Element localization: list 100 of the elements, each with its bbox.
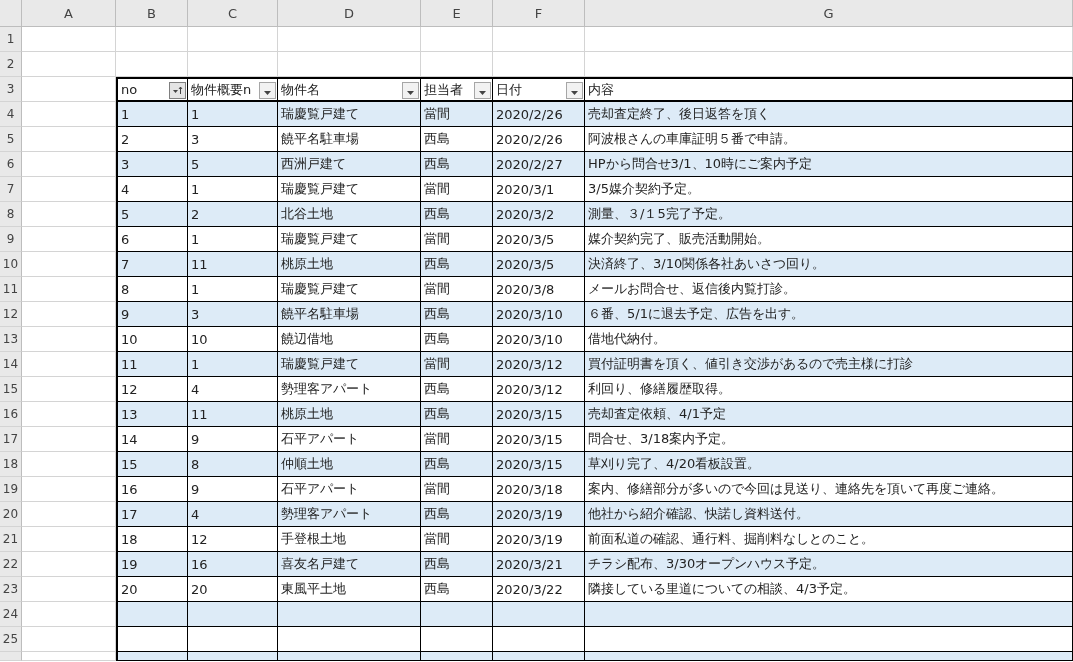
sheet-cell[interactable] [278, 27, 421, 52]
table-cell: 當間 [424, 530, 450, 548]
table-cell: 勢理客アパート [281, 380, 372, 398]
table-cell: 1 [191, 181, 200, 197]
row-number[interactable]: 15 [0, 377, 22, 402]
row-number[interactable]: 3 [0, 77, 22, 102]
row-number[interactable]: 7 [0, 177, 22, 202]
sheet-cell[interactable] [22, 327, 116, 352]
sheet-cell[interactable] [22, 627, 116, 652]
table-cell: 西島 [424, 130, 450, 148]
row-number[interactable]: 21 [0, 527, 22, 552]
table-cell: 9 [191, 481, 200, 497]
table-cell: 2020/3/10 [496, 306, 563, 322]
table-cell: 6 [121, 231, 130, 247]
table-cell: 東風平土地 [281, 580, 346, 598]
table-cell: 決済終了、3/10関係各社あいさつ回り。 [588, 255, 826, 273]
row-number[interactable]: 24 [0, 602, 22, 627]
table-cell: 1 [191, 281, 200, 297]
sheet-cell[interactable] [22, 477, 116, 502]
row-number[interactable]: 23 [0, 577, 22, 602]
sheet-cell[interactable] [22, 127, 116, 152]
sheet-cell[interactable] [22, 527, 116, 552]
table-cell: 當間 [424, 180, 450, 198]
table-cell: 1 [191, 231, 200, 247]
sheet-cell[interactable] [22, 277, 116, 302]
row-number[interactable]: 9 [0, 227, 22, 252]
row-number[interactable]: 2 [0, 52, 22, 77]
row-number[interactable]: 4 [0, 102, 22, 127]
row-number[interactable]: 16 [0, 402, 22, 427]
sheet-cell[interactable] [22, 577, 116, 602]
row-number[interactable]: 1 [0, 27, 22, 52]
filter-dropdown-button[interactable] [566, 82, 583, 99]
sheet-cell[interactable] [22, 227, 116, 252]
table-cell: 2 [121, 131, 130, 147]
table-cell: 2020/3/19 [496, 506, 563, 522]
filter-dropdown-button[interactable] [402, 82, 419, 99]
sheet-cell[interactable] [421, 27, 493, 52]
row-number[interactable]: 6 [0, 152, 22, 177]
table-cell: 11 [191, 406, 208, 422]
select-all-corner[interactable] [0, 0, 22, 27]
row-number[interactable]: 12 [0, 302, 22, 327]
table-header-cell: no [116, 77, 188, 102]
table-cell: 2020/3/2 [496, 206, 555, 222]
row-header[interactable] [0, 652, 22, 661]
sheet-cell[interactable] [585, 27, 1073, 52]
table-cell: 4 [121, 181, 130, 197]
column-heading[interactable]: G [585, 0, 1073, 27]
table-cell: 5 [121, 206, 130, 222]
row-number[interactable]: 22 [0, 552, 22, 577]
sheet-cell[interactable] [22, 52, 116, 77]
table-cell: 2020/2/26 [496, 131, 563, 147]
sheet-cell[interactable] [22, 377, 116, 402]
sheet-cell[interactable] [188, 27, 278, 52]
table-cell: 媒介契約完了、販売活動開始。 [588, 230, 770, 248]
filter-dropdown-button[interactable] [169, 82, 186, 99]
row-number[interactable]: 8 [0, 202, 22, 227]
table-cell: 利回り、修繕履歴取得。 [588, 380, 731, 398]
row-number[interactable]: 14 [0, 352, 22, 377]
table-cell: 喜友名戸建て [281, 555, 359, 573]
table-cell: 西島 [424, 330, 450, 348]
column-heading[interactable]: D [278, 0, 421, 27]
filter-dropdown-button[interactable] [474, 82, 491, 99]
sheet-cell[interactable] [22, 27, 116, 52]
table-cell: 瑞慶覧戸建て [281, 230, 359, 248]
table-cell: 借地代納付。 [588, 330, 666, 348]
table-cell: 手登根土地 [281, 530, 346, 548]
table-cell: 17 [121, 506, 138, 522]
row-number[interactable]: 13 [0, 327, 22, 352]
table-cell: 12 [121, 381, 138, 397]
table-cell: 2020/3/18 [496, 481, 563, 497]
table-cell: 當間 [424, 430, 450, 448]
table-cell: 2020/3/12 [496, 356, 563, 372]
table-cell: 売却査定終了、後日返答を頂く [588, 105, 770, 123]
column-heading[interactable]: A [22, 0, 116, 27]
column-heading[interactable]: F [493, 0, 585, 27]
sheet-cell[interactable] [116, 27, 188, 52]
table-cell: 13 [121, 406, 138, 422]
row-number[interactable]: 20 [0, 502, 22, 527]
table-cell: 當間 [424, 355, 450, 373]
table-cell: 16 [191, 556, 208, 572]
sheet-cell[interactable] [22, 652, 116, 661]
table-cell: 4 [191, 381, 200, 397]
row-number[interactable]: 18 [0, 452, 22, 477]
sheet-cell[interactable] [493, 27, 585, 52]
row-number[interactable]: 5 [0, 127, 22, 152]
column-heading[interactable]: B [116, 0, 188, 27]
column-heading[interactable]: E [421, 0, 493, 27]
table-cell: 4 [191, 506, 200, 522]
row-number[interactable]: 10 [0, 252, 22, 277]
table-cell: 8 [191, 456, 200, 472]
column-heading[interactable]: C [188, 0, 278, 27]
row-number[interactable]: 11 [0, 277, 22, 302]
sheet-cell[interactable] [22, 427, 116, 452]
table-header-cell: 内容 [585, 77, 1073, 102]
row-number[interactable]: 17 [0, 427, 22, 452]
table-header-cell: 物件概要n [188, 77, 278, 102]
filter-dropdown-button[interactable] [259, 82, 276, 99]
row-number[interactable]: 25 [0, 627, 22, 652]
sheet-cell[interactable] [22, 177, 116, 202]
row-number[interactable]: 19 [0, 477, 22, 502]
